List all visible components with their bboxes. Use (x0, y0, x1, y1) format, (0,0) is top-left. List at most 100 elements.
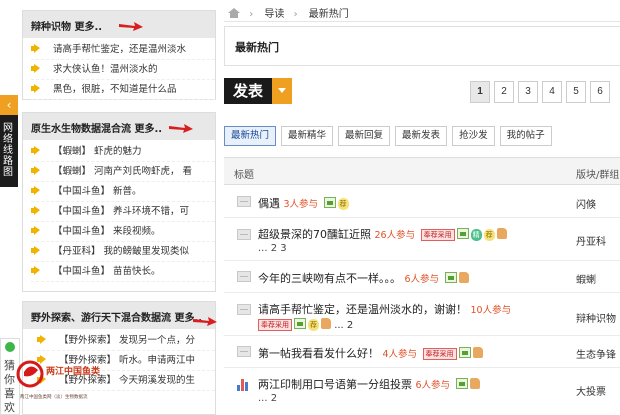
tab-digest[interactable]: 最新精华 (281, 126, 334, 146)
red-arrow-icon (169, 124, 193, 133)
forum-link[interactable]: 丹亚科 (576, 233, 606, 248)
breadcrumb-guide[interactable]: 导读 (264, 9, 284, 20)
forum-link[interactable]: 生态争锋 (576, 346, 616, 361)
page-6[interactable]: 6 (590, 81, 610, 103)
panel-title: 原生水生物数据混合流 (31, 124, 131, 135)
breadcrumb-current[interactable]: 最新热门 (309, 9, 349, 20)
speaker-icon (31, 44, 43, 53)
thumbs-up-icon (496, 228, 507, 239)
pagination: 1 2 3 4 5 6 (470, 81, 614, 103)
recommend-float-widget[interactable]: 猜你喜欢 (0, 338, 20, 415)
page-5[interactable]: 5 (566, 81, 586, 103)
list-item[interactable]: 请高手帮忙鉴定，还是温州淡水 (31, 40, 215, 60)
recommend-float-label: 猜你喜欢 (4, 359, 15, 414)
home-icon[interactable] (228, 8, 240, 18)
tab-hot[interactable]: 最新热门 (224, 126, 277, 146)
post-button[interactable]: 发表 (224, 78, 272, 104)
panel-species-id: 辩种识物 更多.. 请高手帮忙鉴定，还是温州淡水 求大侠认鱼！温州淡水的 黑色，… (22, 10, 216, 100)
participant-count: 6人参与 (415, 380, 451, 391)
speaker-icon (31, 246, 43, 255)
poll-icon (237, 379, 251, 391)
speaker-icon (31, 186, 43, 195)
list-item[interactable]: 【丹亚科】 我的鳑鲏里发现类似 (31, 242, 215, 262)
tab-sofa[interactable]: 抢沙发 (452, 126, 495, 146)
thread-title[interactable]: 两江印制用口号语第一分组投票 (258, 378, 412, 391)
thread-pages[interactable]: ... 2 3 (258, 243, 287, 254)
page-3[interactable]: 3 (518, 81, 538, 103)
table-row[interactable]: 今年的三峡吻有点不一样。。。 6人参与 蝦蝲 (224, 262, 620, 293)
panel-title: 辩种识物 (31, 22, 71, 33)
panel-header: 原生水生物数据混合流 更多.. (23, 113, 215, 140)
list-item[interactable]: 【野外探索】 听水。申请两江中 (37, 351, 215, 371)
forum-link[interactable]: 蝦蝲 (576, 271, 596, 286)
page-1[interactable]: 1 (470, 81, 490, 103)
recommended-badge: 奉荐采用 (258, 319, 292, 331)
list-item[interactable]: 【蝦蝲】 虾虎的魅力 (31, 142, 215, 162)
recommend-badge: 荐 (308, 319, 319, 331)
page-2[interactable]: 2 (494, 81, 514, 103)
thread-title[interactable]: 今年的三峡吻有点不一样。。。 (258, 272, 401, 285)
forum-link[interactable]: 辩种识物 (576, 310, 616, 325)
filter-tabs: 最新热门 最新精华 最新回复 最新发表 抢沙发 我的帖子 (224, 126, 620, 150)
speaker-icon (31, 64, 43, 73)
participant-count: 6人参与 (404, 274, 440, 285)
thread-icon (237, 229, 251, 240)
col-forum: 版块/群组 (576, 170, 620, 181)
table-row[interactable]: 两江印制用口号语第一分组投票 6人参与 ... 2 大投票 (224, 369, 620, 415)
thread-icon (237, 196, 251, 207)
route-map-label: 网络线路图 (3, 123, 13, 178)
page-4[interactable]: 4 (542, 81, 562, 103)
thread-icon (237, 304, 251, 315)
tab-reply[interactable]: 最新回复 (338, 126, 391, 146)
thumbs-up-icon (472, 347, 483, 358)
thumbs-up-icon (458, 272, 469, 283)
collapse-arrow-icon[interactable]: ‹ (0, 95, 18, 115)
list-item[interactable]: 【中国斗鱼】 新普。 (31, 182, 215, 202)
thread-pages[interactable]: ... 2 (334, 320, 353, 331)
speaker-icon (37, 355, 49, 364)
tab-new[interactable]: 最新发表 (395, 126, 448, 146)
table-row[interactable]: 超级景深的70醺缸近照 26人参与 奉荐采用 精荐 ... 2 3 丹亚科 (224, 219, 620, 261)
breadcrumb: › 导读 › 最新热门 (224, 0, 620, 22)
speaker-icon (31, 84, 43, 93)
list-item[interactable]: 【中国斗鱼】 养斗环境不错，可 (31, 202, 215, 222)
image-icon (455, 378, 468, 389)
speaker-icon (37, 335, 49, 344)
participant-count: 26人参与 (374, 230, 416, 241)
recommend-badge: 荐 (483, 229, 495, 241)
forum-link[interactable]: 闪倏 (576, 196, 596, 211)
panel-header: 辩种识物 更多.. (23, 11, 215, 38)
recommend-badge: 荐 (337, 198, 349, 210)
image-icon (458, 347, 471, 358)
table-row[interactable]: 请高手帮忙鉴定，还是温州淡水的，谢谢！ 10人参与 奉荐采用 荐 ... 2 辩种… (224, 294, 620, 336)
route-map-tab[interactable]: ‹ 网络线路图 (0, 95, 18, 187)
more-link[interactable]: 更多.. (134, 124, 162, 135)
thread-pages[interactable]: ... 2 (258, 393, 277, 404)
thread-title[interactable]: 超级景深的70醺缸近照 (258, 228, 371, 241)
post-dropdown-chevron-icon[interactable] (272, 78, 292, 104)
list-item[interactable]: 【蝦蝲】 河南产刘氏吻虾虎， 看 (31, 162, 215, 182)
tab-my-posts[interactable]: 我的帖子 (499, 126, 552, 146)
speaker-icon (37, 375, 49, 384)
list-item[interactable]: 求大侠认鱼！温州淡水的 (31, 60, 215, 80)
list-item[interactable]: 【野外探索】 今天朔溪发现的生 (37, 371, 215, 391)
table-row[interactable]: 偶遇 3人参与 荐 闪倏 (224, 186, 620, 218)
list-item[interactable]: 黑色，很脏，不知道是什么品 (31, 80, 215, 100)
speaker-icon (31, 266, 43, 275)
online-status-icon (5, 342, 15, 352)
table-row[interactable]: 第一帖我看看发什么好！ 4人参与 奉荐采用 生态争锋 (224, 337, 620, 368)
forum-link[interactable]: 大投票 (576, 383, 606, 398)
list-item[interactable]: 【中国斗鱼】 苗苗快长。 (31, 262, 215, 282)
list-item[interactable]: 【野外探索】 发现另一个点，分 (37, 331, 215, 351)
page-title: 最新热门 (224, 26, 620, 66)
more-link[interactable]: 更多.. (74, 22, 102, 33)
thread-title[interactable]: 第一帖我看看发什么好！ (258, 347, 379, 360)
post-button-group: 发表 (224, 78, 292, 104)
panel-title: 野外探索、游行天下混合数据流 (31, 313, 171, 324)
col-title: 标题 (234, 170, 254, 181)
thread-title[interactable]: 偶遇 (258, 197, 280, 210)
list-item[interactable]: 【中国斗鱼】 来段视频。 (31, 222, 215, 242)
participant-count: 4人参与 (382, 349, 418, 360)
thread-title[interactable]: 请高手帮忙鉴定，还是温州淡水的，谢谢！ (258, 303, 467, 316)
image-icon (444, 272, 457, 283)
